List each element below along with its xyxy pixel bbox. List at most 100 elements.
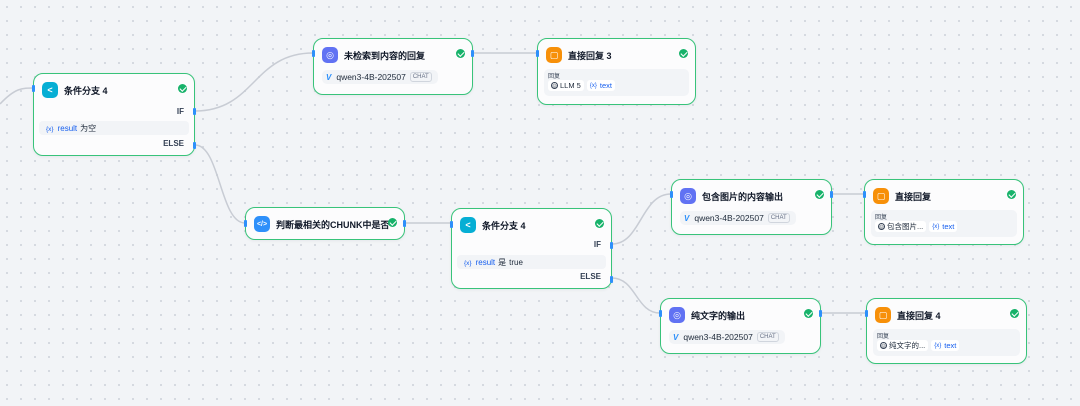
condition-value: true [509,257,523,267]
check-circle-icon [1010,309,1019,318]
branch-icon: < [460,217,476,233]
check-circle-icon [679,49,688,58]
input-handle[interactable] [450,221,453,228]
node-header: < 条件分支 4 [42,81,108,99]
if-label: IF [176,107,184,116]
output-handle[interactable] [830,191,833,198]
node-header: ◎ 纯文字的输出 [669,306,745,324]
reply-icon: ▢ [873,188,889,204]
input-handle[interactable] [863,191,866,198]
input-handle[interactable] [865,310,868,317]
branch-icon: < [42,82,58,98]
node-title: 未检索到内容的回复 [344,50,426,61]
variable-ref: {x} result [46,124,77,133]
edge-cond-a-else-to-code-a [194,144,246,224]
input-handle[interactable] [536,50,539,57]
llm-icon: ◎ [880,342,887,349]
if-output-handle[interactable] [193,108,196,115]
node-title: 包含图片的内容输出 [702,191,784,202]
model-brand-icon: V [684,213,690,223]
node-ref-chip: ◎ LLM 5 [548,80,584,91]
input-handle[interactable] [312,50,315,57]
llm-icon: ◎ [878,223,885,230]
else-label: ELSE [163,139,184,148]
check-circle-icon [815,190,824,199]
variable-name: result [475,257,496,267]
condition-node-b[interactable]: < 条件分支 4 IF {x} result 是 true ELSE [450,208,613,289]
node-title: 条件分支 4 [482,220,526,231]
model-tag: CHAT [767,213,790,223]
node-header: < 条件分支 4 [460,216,526,234]
node-header: ◎ 包含图片的内容输出 [680,187,783,205]
input-handle[interactable] [659,310,662,317]
reply-node-c[interactable]: ▢ 直接回复 4 回复 ◎ 纯文字的... {x} text [865,298,1027,364]
check-circle-icon [388,218,397,227]
code-node-a[interactable]: </> 判断最相关的CHUNK中是否 [244,207,406,240]
input-handle[interactable] [670,191,673,198]
condition-row: {x} result 是 true [457,255,606,269]
node-title: 纯文字的输出 [691,310,746,321]
node-title: 条件分支 4 [64,85,108,96]
node-title: 判断最相关的CHUNK中是否 [276,219,390,230]
edge-incoming [0,87,35,105]
llm-icon: ◎ [669,307,685,323]
node-header: ◎ 未检索到内容的回复 [322,46,425,64]
check-circle-icon [456,49,465,58]
model-brand-icon: V [326,72,332,82]
reply-caption: 回复 [548,74,561,80]
variable-name: text [942,222,955,231]
variable-chip: {x} text [929,221,958,232]
model-tag: CHAT [756,332,779,342]
node-ref-label: 纯文字的... [889,341,926,350]
else-output-handle[interactable] [193,142,196,149]
check-circle-icon [804,309,813,318]
model-selector[interactable]: V qwen3-4B-202507 CHAT [680,211,796,225]
reply-content: 回复 ◎ LLM 5 {x} text [544,69,689,96]
reply-content: 回复 ◎ 包含图片... {x} text [871,210,1017,237]
reply-content: 回复 ◎ 纯文字的... {x} text [873,329,1020,356]
reply-node-b[interactable]: ▢ 直接回复 回复 ◎ 包含图片... {x} text [863,179,1024,245]
edge-cond-b-if-to-llm-b [611,193,672,245]
reply-caption: 回复 [875,215,888,221]
else-output-handle[interactable] [610,276,613,283]
node-ref-label: 包含图片... [887,222,924,231]
node-header: ▢ 直接回复 4 [875,306,941,324]
node-title: 直接回复 [895,191,932,202]
check-circle-icon [1007,190,1016,199]
model-name: qwen3-4B-202507 [694,213,764,223]
llm-node-b[interactable]: ◎ 包含图片的内容输出 V qwen3-4B-202507 CHAT [670,179,833,235]
model-brand-icon: V [673,332,679,342]
variable-chip: {x} text [931,340,960,351]
if-label: IF [593,240,601,249]
variable-name: result [57,123,78,133]
output-handle[interactable] [819,310,822,317]
output-handle[interactable] [403,220,406,227]
node-header: </> 判断最相关的CHUNK中是否 [254,215,390,233]
llm-node-a[interactable]: ◎ 未检索到内容的回复 V qwen3-4B-202507 CHAT [312,38,474,95]
input-handle[interactable] [244,220,247,227]
variable-chip: {x} text [586,80,615,91]
input-handle[interactable] [32,85,35,92]
llm-node-c[interactable]: ◎ 纯文字的输出 V qwen3-4B-202507 CHAT [659,298,822,354]
model-name: qwen3-4B-202507 [683,332,753,342]
model-selector[interactable]: V qwen3-4B-202507 CHAT [322,70,438,84]
variable-ref: {x} result [464,258,495,267]
code-icon: </> [254,216,270,232]
node-ref-chip: ◎ 纯文字的... [877,340,929,351]
reply-icon: ▢ [875,307,891,323]
variable-icon: {x} [934,342,942,349]
output-handle[interactable] [471,50,474,57]
node-header: ▢ 直接回复 3 [546,46,612,64]
model-selector[interactable]: V qwen3-4B-202507 CHAT [669,330,785,344]
reply-node-a[interactable]: ▢ 直接回复 3 回复 ◎ LLM 5 {x} text [536,38,696,105]
variable-name: text [599,81,612,90]
edge-cond-a-if-to-llm-a [194,52,314,112]
model-tag: CHAT [409,72,432,82]
node-title: 直接回复 3 [568,50,612,61]
condition-operator: 为空 [80,123,97,133]
reply-caption: 回复 [877,334,890,340]
condition-node-a[interactable]: < 条件分支 4 IF {x} result 为空 ELSE [32,73,196,156]
if-output-handle[interactable] [610,242,613,249]
node-header: ▢ 直接回复 [873,187,931,205]
reply-icon: ▢ [546,47,562,63]
